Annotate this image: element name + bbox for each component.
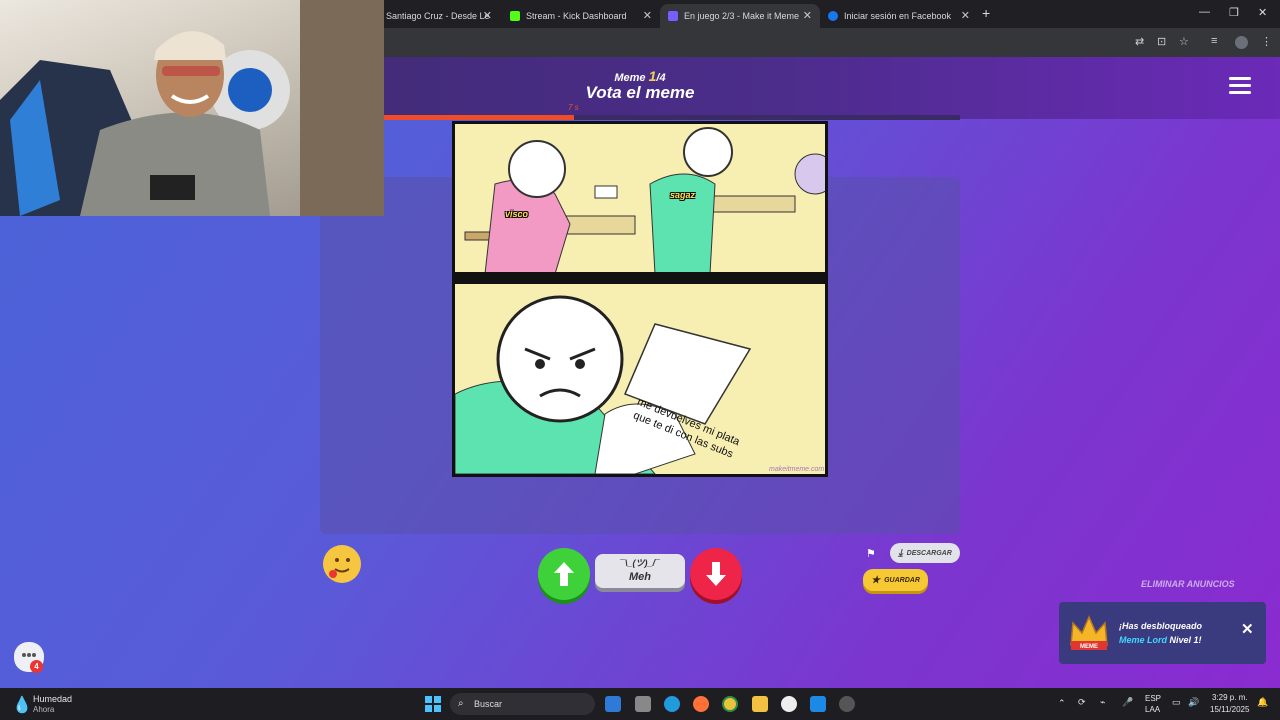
tab-title: Stream - Kick Dashboard <box>526 11 627 21</box>
settings-gear-icon[interactable] <box>839 696 855 712</box>
meh-button[interactable]: ¯\_(ツ)_/¯ Meh <box>595 554 685 588</box>
language-top[interactable]: ESP <box>1145 694 1161 703</box>
copilot-icon[interactable] <box>605 696 621 712</box>
webcam-overlay <box>0 0 384 216</box>
meme-panel-bottom <box>454 284 825 475</box>
clock-time[interactable]: 3:29 p. m. <box>1212 693 1248 702</box>
weather-title[interactable]: Humedad <box>33 694 72 704</box>
upvote-button[interactable] <box>538 548 590 600</box>
windows-taskbar: 💧 Humedad Ahora ⌕ Buscar ⌃ ⟳ ⌁ 🎤 ESP LAA… <box>0 688 1280 720</box>
arrow-down-icon <box>706 562 726 586</box>
smiley-icon <box>325 547 359 581</box>
media-control-icon[interactable]: ≡ <box>1211 35 1217 47</box>
close-icon[interactable]: ✕ <box>643 9 652 22</box>
shrug-face: ¯\_(ツ)_/¯ <box>620 558 660 568</box>
kick-icon <box>510 11 520 21</box>
close-icon[interactable]: ✕ <box>483 9 492 22</box>
hamburger-menu-icon[interactable] <box>1229 77 1251 95</box>
shield-icon[interactable] <box>810 696 826 712</box>
volume-icon[interactable]: 🔊 <box>1188 697 1199 708</box>
weather-subtitle: Ahora <box>33 705 55 714</box>
download-label: DESCARGAR <box>906 549 952 557</box>
star-icon: ★ <box>871 574 881 586</box>
kebab-menu-icon[interactable]: ⋮ <box>1261 35 1272 48</box>
meme-panel-top: visco sagaz <box>455 124 836 275</box>
restore-icon[interactable]: ❐ <box>1229 6 1239 19</box>
make-it-meme-icon <box>668 11 678 21</box>
sync-icon[interactable]: ⟳ <box>1078 697 1086 708</box>
tab-santiago-cruz[interactable]: Santiago Cruz - Desde Le ✕ <box>384 4 500 28</box>
close-icon[interactable]: ✕ <box>1241 620 1254 638</box>
tab-title: Santiago Cruz - Desde Le <box>386 11 490 21</box>
chrome-icon[interactable] <box>722 696 738 712</box>
tab-title: Iniciar sesión en Facebook <box>844 11 952 21</box>
minimize-icon[interactable]: — <box>1199 6 1210 18</box>
close-icon[interactable]: ✕ <box>803 9 812 22</box>
wifi-off-icon[interactable]: ⌁ <box>1100 697 1105 708</box>
timer-fill <box>384 115 575 120</box>
toast-suffix: Nivel 1! <box>1167 635 1202 645</box>
windows-start-icon[interactable] <box>425 696 441 712</box>
tab-facebook[interactable]: Iniciar sesión en Facebook ✕ <box>820 4 978 28</box>
water-drop-icon: 💧 <box>12 697 32 714</box>
download-icon: ⤓ <box>898 547 903 559</box>
microphone-icon[interactable]: 🎤 <box>1122 697 1133 708</box>
tab-title: En juego 2/3 - Make it Meme <box>684 11 800 21</box>
caption-left: visco <box>505 209 529 219</box>
notification-bell-icon[interactable]: 🔔 <box>1257 697 1268 708</box>
achievement-toast: MEME ¡Has desbloqueado Meme Lord Nivel 1… <box>1059 602 1266 664</box>
chat-badge: 4 <box>30 660 43 673</box>
close-icon[interactable]: ✕ <box>961 9 970 22</box>
search-box[interactable]: ⌕ Buscar <box>450 693 595 715</box>
chat-button[interactable]: 4 <box>14 642 44 673</box>
round-counter: Meme 1/4 <box>600 68 680 84</box>
reaction-emoji-button[interactable] <box>323 545 361 583</box>
toast-prefix: ¡Has desbloqueado <box>1119 621 1203 631</box>
tab-kick-dashboard[interactable]: Stream - Kick Dashboard ✕ <box>502 4 660 28</box>
profile-avatar-icon[interactable] <box>1235 36 1248 49</box>
chevron-up-icon[interactable]: ⌃ <box>1058 698 1066 709</box>
crown-badge-text: MEME <box>1080 644 1098 650</box>
install-icon[interactable]: ⊡ <box>1157 35 1166 48</box>
obs-icon[interactable] <box>781 696 797 712</box>
clock-date: 15/11/2025 <box>1210 705 1250 714</box>
task-view-icon[interactable] <box>635 696 651 712</box>
download-button[interactable]: ⤓ DESCARGAR <box>890 543 960 563</box>
network-icon[interactable]: ▭ <box>1172 697 1181 708</box>
streamer-camera <box>0 0 384 216</box>
timer-bar <box>384 115 960 120</box>
remove-ads-link[interactable]: ELIMINAR ANUNCIOS <box>1141 579 1235 589</box>
search-icon: ⌕ <box>458 698 464 709</box>
window-close-icon[interactable]: ✕ <box>1258 6 1267 19</box>
toast-message: ¡Has desbloqueado Meme Lord Nivel 1! <box>1119 619 1229 647</box>
language-bottom: LAA <box>1145 705 1161 714</box>
page-title: Vota el meme <box>585 83 695 102</box>
meme-watermark: makeitmeme.com <box>769 466 825 473</box>
search-placeholder: Buscar <box>474 699 503 709</box>
save-label: GUARDAR <box>884 576 920 584</box>
translate-icon[interactable]: ⇄ <box>1135 35 1144 48</box>
downvote-button[interactable] <box>690 548 742 600</box>
bookmark-star-icon[interactable]: ☆ <box>1179 35 1189 48</box>
classroom-drawing <box>464 127 836 275</box>
caption-right: sagaz <box>670 190 696 200</box>
angry-face-drawing <box>454 295 752 475</box>
tab-make-it-meme[interactable]: En juego 2/3 - Make it Meme ✕ <box>660 4 820 28</box>
arrow-up-icon <box>554 562 574 586</box>
crown-icon: MEME <box>1070 615 1108 650</box>
file-explorer-icon[interactable] <box>752 696 768 712</box>
firefox-icon[interactable] <box>693 696 709 712</box>
meh-label: Meh <box>629 571 651 583</box>
edge-icon[interactable] <box>664 696 680 712</box>
timer-label: 7 s <box>568 103 579 112</box>
facebook-icon <box>828 11 838 21</box>
toast-highlight: Meme Lord <box>1119 635 1168 645</box>
save-button[interactable]: ★ GUARDAR <box>863 569 928 591</box>
report-flag-icon[interactable]: ⚑ <box>866 547 876 560</box>
new-tab-button[interactable]: + <box>982 5 990 21</box>
